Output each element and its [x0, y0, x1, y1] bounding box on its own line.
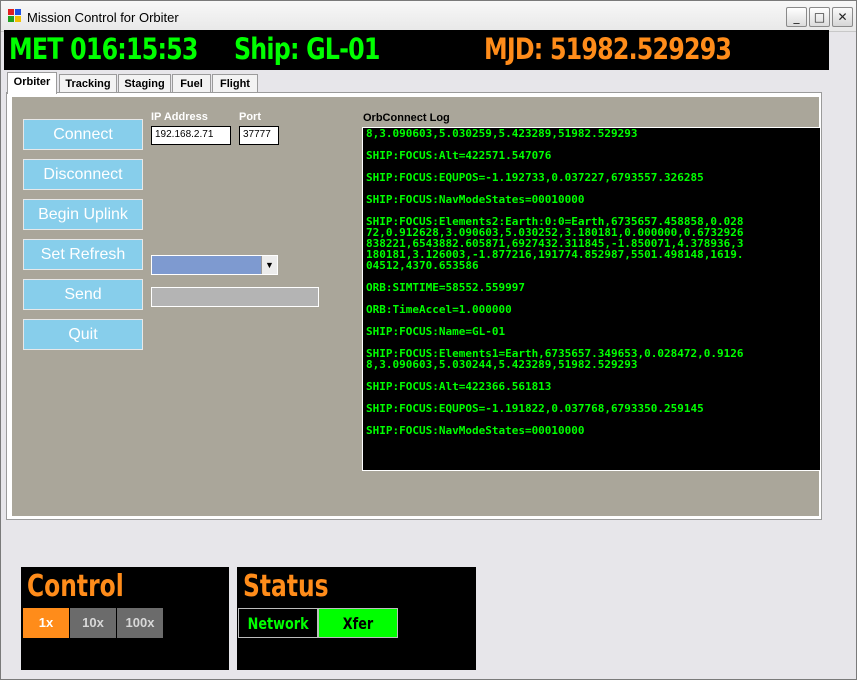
- window-title: Mission Control for Orbiter: [27, 10, 179, 25]
- port-label: Port: [239, 111, 261, 123]
- control-panel: Control Panel 1x 10x 100x: [21, 567, 229, 670]
- disconnect-button[interactable]: Disconnect: [23, 159, 143, 190]
- orbiter-tab-panel: Connect Disconnect Begin Uplink Set Refr…: [6, 92, 822, 520]
- log-entry: SHIP:FOCUS:Elements2:Earth:0:0=Earth,673…: [366, 215, 744, 272]
- status-panel: Status Network Xfer: [237, 567, 476, 670]
- network-indicator: Network: [238, 608, 318, 638]
- tab-staging[interactable]: Staging: [118, 74, 171, 93]
- app-icon: [8, 9, 22, 23]
- log-entry: SHIP:FOCUS:EQUPOS=-1.191822,0.037768,679…: [366, 402, 704, 415]
- log-entry: SHIP:FOCUS:NavModeStates=00010000: [366, 424, 585, 437]
- quit-button[interactable]: Quit: [23, 319, 143, 350]
- log-entry: SHIP:FOCUS:NavModeStates=00010000: [366, 193, 585, 206]
- tab-orbiter[interactable]: Orbiter: [7, 72, 57, 94]
- xfer-indicator: Xfer: [318, 608, 398, 638]
- time-accel-10x-button[interactable]: 10x: [70, 608, 117, 638]
- log-entry: SHIP:FOCUS:Name=GL-01: [366, 325, 506, 338]
- network-label: Network: [247, 614, 309, 633]
- maximize-icon[interactable]: □: [809, 7, 830, 27]
- log-entry: 8,3.090603,5.030259,5.423289,51982.52929…: [366, 127, 638, 140]
- met-readout: MET 016:15:53: [9, 32, 198, 66]
- send-button[interactable]: Send: [23, 279, 143, 310]
- tab-fuel[interactable]: Fuel: [172, 74, 211, 93]
- log-entry: SHIP:FOCUS:Alt=422571.547076: [366, 149, 552, 162]
- orbiter-panel-body: Connect Disconnect Begin Uplink Set Refr…: [12, 97, 821, 516]
- log-entry: SHIP:FOCUS:EQUPOS=-1.192733,0.037227,679…: [366, 171, 704, 184]
- close-icon[interactable]: ✕: [832, 7, 853, 27]
- time-accel-1x-button[interactable]: 1x: [23, 608, 70, 638]
- begin-uplink-button[interactable]: Begin Uplink: [23, 199, 143, 230]
- ip-address-label: IP Address: [151, 111, 208, 123]
- ip-address-field[interactable]: 192.168.2.71: [151, 126, 231, 145]
- status-panel-title: Status: [243, 569, 329, 604]
- log-title: OrbConnect Log: [363, 112, 450, 124]
- orbconnect-log[interactable]: 8,3.090603,5.030259,5.423289,51982.52929…: [362, 127, 821, 471]
- main-window: Mission Control for Orbiter _ □ ✕ MET 01…: [0, 0, 857, 680]
- log-entry: SHIP:FOCUS:Alt=422366.561813: [366, 380, 552, 393]
- mission-hud: MET 016:15:53 Ship: GL-01 MJD: 51982.529…: [4, 30, 829, 70]
- log-entry: ORB:SIMTIME=58552.559997: [366, 281, 525, 294]
- set-refresh-button[interactable]: Set Refresh: [23, 239, 143, 270]
- time-accel-100x-button[interactable]: 100x: [117, 608, 164, 638]
- tab-flight[interactable]: Flight: [212, 74, 258, 93]
- connect-button[interactable]: Connect: [23, 119, 143, 150]
- log-entry: SHIP:FOCUS:Elements1=Earth,6735657.34965…: [366, 347, 744, 371]
- xfer-label: Xfer: [342, 614, 374, 633]
- ship-readout: Ship: GL-01: [234, 32, 380, 66]
- mjd-readout: MJD: 51982.529293: [484, 32, 732, 66]
- log-entry: ORB:TimeAccel=1.000000: [366, 303, 512, 316]
- port-field[interactable]: 37777: [239, 126, 279, 145]
- title-bar[interactable]: Mission Control for Orbiter _ □ ✕: [1, 1, 856, 32]
- chevron-down-icon[interactable]: ▼: [261, 256, 277, 274]
- tab-tracking[interactable]: Tracking: [59, 74, 117, 93]
- uplink-progress-bar: [151, 287, 319, 307]
- refresh-rate-dropdown[interactable]: ▼: [151, 255, 278, 275]
- minimize-icon[interactable]: _: [786, 7, 807, 27]
